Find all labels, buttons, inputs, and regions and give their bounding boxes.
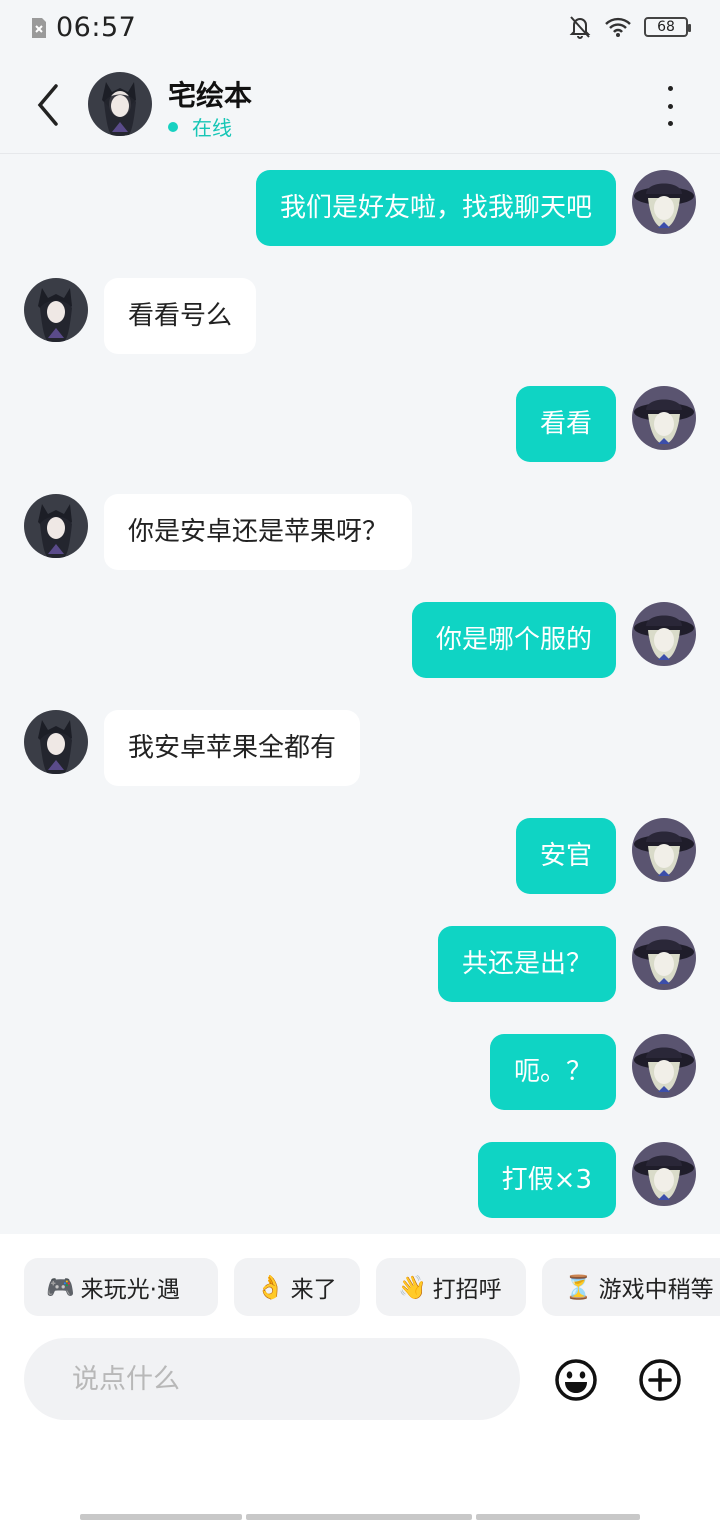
plus-circle-icon <box>639 1359 681 1401</box>
message-outgoing: 你是哪个服的 <box>0 602 720 682</box>
add-attachment-button[interactable] <box>638 1358 682 1402</box>
my-avatar[interactable] <box>632 926 696 990</box>
more-dot <box>667 103 673 109</box>
message-bubble[interactable]: 看看 <box>515 386 616 462</box>
contact-message-avatar[interactable] <box>24 494 88 558</box>
nav-segment[interactable] <box>80 1514 242 1520</box>
message-incoming: 你是安卓还是苹果呀？ <box>0 494 720 574</box>
nav-segment[interactable] <box>246 1514 472 1520</box>
waving-hand-icon: 👋 <box>398 1274 427 1301</box>
quick-reply-bar: 🎮 来玩光·遇 👌 来了 👋 打招呼 ⏳ 游戏中稍等 <box>0 1234 720 1330</box>
message-bubble[interactable]: 你是安卓还是苹果呀？ <box>104 494 413 570</box>
online-dot <box>168 121 178 132</box>
quick-reply-label: 来玩光·遇 <box>80 1277 180 1303</box>
message-list[interactable]: 我们是好友啦，找我聊天吧 看看号么 看看 你是安卓还是苹果呀？ 你是哪个服的 我… <box>0 154 720 1234</box>
status-left: 06:57 <box>30 12 136 43</box>
avatar-hat-icon <box>632 1034 696 1098</box>
my-avatar[interactable] <box>632 1034 696 1098</box>
message-bubble[interactable]: 打假×3 <box>477 1142 616 1218</box>
message-outgoing: 共还是出？ <box>0 926 720 1006</box>
quick-reply-chip[interactable]: ⏳ 游戏中稍等 <box>542 1258 720 1316</box>
contact-avatar[interactable] <box>88 72 152 136</box>
ok-hand-icon: 👌 <box>256 1274 285 1301</box>
hourglass-icon: ⏳ <box>564 1274 593 1301</box>
avatar-hat-icon <box>632 602 696 666</box>
online-status: 在线 <box>168 112 232 141</box>
message-outgoing: 安官 <box>0 818 720 898</box>
smiley-icon <box>555 1359 597 1401</box>
message-bubble[interactable]: 你是哪个服的 <box>411 602 616 678</box>
my-avatar[interactable] <box>632 602 696 666</box>
message-bubble[interactable]: 我安卓苹果全都有 <box>104 710 361 786</box>
chat-header: 宅绘本 在线 <box>0 58 720 154</box>
contact-message-avatar[interactable] <box>24 278 88 342</box>
wifi-icon <box>605 17 631 37</box>
avatar-girl-icon <box>24 710 88 774</box>
status-bar: 06:57 68 <box>0 0 720 58</box>
battery-level: 68 <box>657 19 675 35</box>
status-right: 68 <box>568 14 691 40</box>
contact-message-avatar[interactable] <box>24 710 88 774</box>
quick-reply-label: 来了 <box>290 1277 337 1303</box>
mute-bell-icon <box>569 16 591 39</box>
quick-reply-chip[interactable]: 👌 来了 <box>234 1258 360 1316</box>
message-bubble[interactable]: 呃。？ <box>489 1034 616 1110</box>
nav-segment[interactable] <box>476 1514 640 1520</box>
quick-reply-chip[interactable]: 👋 打招呼 <box>376 1258 526 1316</box>
game-controller-icon: 🎮 <box>46 1274 75 1301</box>
online-status-text: 在线 <box>192 116 232 140</box>
message-outgoing: 看看 <box>0 386 720 466</box>
input-bar <box>0 1330 720 1520</box>
more-menu-button[interactable] <box>658 86 682 126</box>
avatar-girl-icon <box>24 494 88 558</box>
contact-name: 宅绘本 <box>168 79 253 112</box>
avatar-girl-icon <box>24 278 88 342</box>
my-avatar[interactable] <box>632 1142 696 1206</box>
message-bubble[interactable]: 看看号么 <box>104 278 257 354</box>
system-nav-bar <box>80 1514 640 1520</box>
battery-icon: 68 <box>644 17 691 37</box>
my-avatar[interactable] <box>632 818 696 882</box>
avatar-hat-icon <box>632 386 696 450</box>
quick-reply-label: 游戏中稍等 <box>598 1277 714 1303</box>
message-incoming: 我安卓苹果全都有 <box>0 710 720 790</box>
message-outgoing: 我们是好友啦，找我聊天吧 <box>0 170 720 250</box>
message-outgoing: 呃。？ <box>0 1034 720 1114</box>
message-bubble[interactable]: 共还是出？ <box>437 926 616 1002</box>
my-avatar[interactable] <box>632 170 696 234</box>
emoji-button[interactable] <box>554 1358 598 1402</box>
more-dot <box>667 121 673 126</box>
avatar-hat-icon <box>632 818 696 882</box>
message-outgoing: 打假×3 <box>0 1142 720 1222</box>
quick-reply-label: 打招呼 <box>432 1277 502 1303</box>
my-avatar[interactable] <box>632 386 696 450</box>
chevron-left-icon <box>37 84 58 126</box>
avatar-hat-icon <box>632 170 696 234</box>
avatar-hat-icon <box>632 926 696 990</box>
avatar-hat-icon <box>632 1142 696 1206</box>
status-time: 06:57 <box>56 12 137 43</box>
message-bubble[interactable]: 我们是好友啦，找我聊天吧 <box>255 170 616 246</box>
back-button[interactable] <box>30 80 70 130</box>
avatar-girl-icon <box>88 72 152 136</box>
quick-reply-chip[interactable]: 🎮 来玩光·遇 <box>24 1258 218 1316</box>
message-input[interactable] <box>24 1338 520 1420</box>
sim-error-icon <box>32 17 46 38</box>
message-incoming: 看看号么 <box>0 278 720 358</box>
message-bubble[interactable]: 安官 <box>515 818 616 894</box>
more-dot <box>667 86 673 91</box>
